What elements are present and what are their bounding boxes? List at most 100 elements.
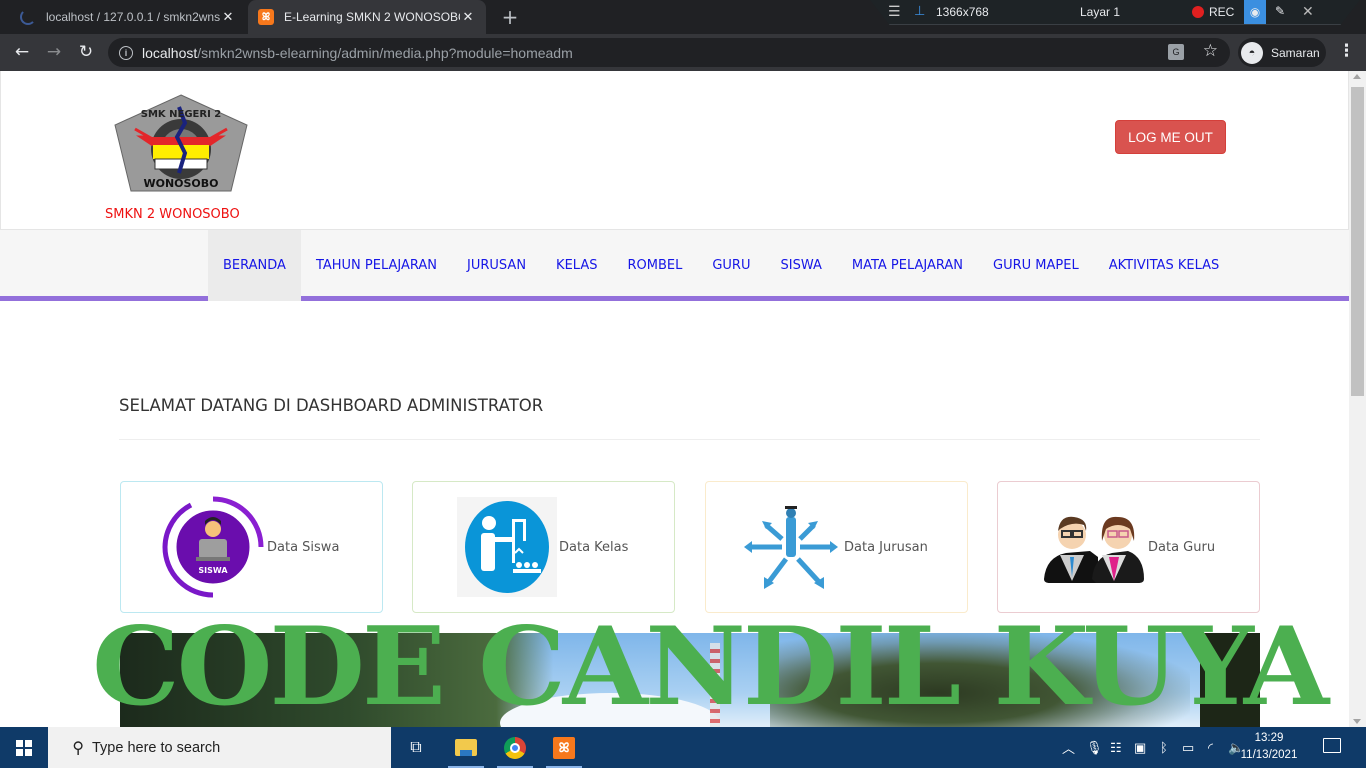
show-hidden-icons-icon[interactable]: ︿: [1062, 727, 1075, 768]
browser-menu-icon[interactable]: ⋮: [1338, 41, 1355, 61]
school-logo: SMK NEGERI 2 WONOSOBO: [114, 94, 248, 192]
search-placeholder: Type here to search: [92, 739, 221, 756]
tab-title: E-Learning SMKN 2 WONOSOBO: [284, 10, 460, 24]
recorder-resolution: 1366x768: [936, 5, 989, 19]
logout-button[interactable]: LOG ME OUT: [1115, 120, 1226, 154]
site-info-icon[interactable]: i: [119, 45, 133, 60]
divider: [119, 439, 1260, 440]
xampp-icon: ꕤ: [258, 9, 274, 25]
card-data-kelas[interactable]: Data Kelas: [412, 481, 675, 613]
taskbar-xampp[interactable]: ꕤ: [540, 727, 588, 768]
student-icon: SISWA: [162, 496, 264, 598]
new-tab-button[interactable]: +: [500, 5, 520, 29]
taskbar-search-box[interactable]: ⚲ Type here to search: [48, 727, 391, 768]
teachers-icon: [1044, 516, 1144, 583]
action-center-icon[interactable]: [1323, 738, 1341, 753]
site-header: SMK NEGERI 2 WONOSOBO SMKN 2 WONOSOBO LO…: [0, 71, 1349, 230]
logo-top-text: SMK NEGERI 2: [141, 109, 222, 120]
forward-icon[interactable]: →: [44, 42, 64, 62]
clock-date: 11/13/2021: [1240, 749, 1298, 761]
nav-item-rombel[interactable]: ROMBEL: [612, 230, 697, 301]
profile-label: Samaran: [1271, 45, 1320, 60]
card-data-guru[interactable]: Data Guru: [997, 481, 1260, 613]
teacher-class-icon: [457, 497, 557, 597]
close-tab-icon[interactable]: ✕: [460, 9, 476, 25]
taskbar-clock[interactable]: 13:29 11/13/2021: [1236, 730, 1302, 764]
recorder-layer: Layar 1: [1080, 5, 1121, 19]
page-title: SELAMAT DATANG DI DASHBOARD ADMINISTRATO…: [119, 396, 544, 415]
pencil-icon[interactable]: ✎: [1275, 4, 1285, 18]
card-label: Data Jurusan: [844, 539, 928, 555]
nav-item-tahun-pelajaran[interactable]: TAHUN PELAJARAN: [301, 230, 452, 301]
nav-item-guru-mapel[interactable]: GURU MAPEL: [978, 230, 1094, 301]
close-tab-icon[interactable]: ✕: [220, 9, 236, 25]
nav-item-siswa[interactable]: SISWA: [765, 230, 836, 301]
nav-item-beranda[interactable]: BERANDA: [208, 230, 301, 301]
record-button[interactable]: REC: [1192, 5, 1234, 19]
windows-logo-icon: [16, 739, 32, 756]
vertical-scrollbar[interactable]: [1349, 71, 1366, 727]
taskbar-file-explorer[interactable]: [442, 727, 490, 768]
search-icon: ⚲: [72, 739, 84, 757]
record-dot-icon: [1192, 6, 1204, 18]
url-path: /smkn2wnsb-elearning/admin/media.php?mod…: [197, 44, 573, 61]
translate-icon[interactable]: G: [1168, 44, 1184, 60]
reload-icon[interactable]: ↻: [76, 42, 96, 62]
windows-taskbar: ⚲ Type here to search ⧉ ꕤ ︿ 🎙 ☷ ▣ ᛒ ▭ ◜ …: [0, 727, 1366, 768]
nav-menu: BERANDA TAHUN PELAJARAN JURUSAN KELAS RO…: [208, 230, 1234, 301]
url-host: localhost: [142, 44, 198, 61]
school-name: SMKN 2 WONOSOBO: [105, 207, 240, 222]
back-icon[interactable]: ←: [12, 42, 32, 62]
nav-item-jurusan[interactable]: JURUSAN: [452, 230, 541, 301]
task-view-icon[interactable]: ⧉: [392, 727, 440, 768]
card-label: Data Siswa: [267, 539, 340, 555]
radio-tower-shape: [710, 643, 720, 727]
browser-tab-elearning[interactable]: ꕤ E-Learning SMKN 2 WONOSOBO ✕: [248, 0, 486, 34]
nav-item-guru[interactable]: GURU: [697, 230, 765, 301]
browser-toolbar: ← → ↻ i localhost/smkn2wnsb-elearning/ad…: [0, 34, 1366, 71]
battery-icon[interactable]: ▭: [1182, 727, 1194, 768]
pin-icon[interactable]: ⊥: [914, 3, 925, 19]
scroll-down-arrow-icon[interactable]: [1353, 719, 1361, 724]
network-app-icon[interactable]: ▣: [1134, 727, 1146, 768]
main-navbar: BERANDA TAHUN PELAJARAN JURUSAN KELAS RO…: [0, 230, 1349, 301]
profile-button[interactable]: ◓ Samaran: [1238, 38, 1326, 67]
folder-icon: [455, 739, 477, 756]
taskbar-chrome[interactable]: [491, 727, 539, 768]
card-label: Data Kelas: [559, 539, 629, 555]
bookmark-star-icon[interactable]: ☆: [1203, 41, 1218, 61]
incognito-icon: ◓: [1241, 41, 1263, 64]
chrome-icon: [504, 736, 526, 759]
address-bar[interactable]: i localhost/smkn2wnsb-elearning/admin/me…: [108, 38, 1230, 67]
start-button[interactable]: [0, 727, 48, 768]
loading-spinner-icon: [20, 9, 36, 25]
scroll-up-arrow-icon[interactable]: [1353, 74, 1361, 79]
logo-bottom-text: WONOSOBO: [143, 177, 218, 190]
settings-sliders-icon[interactable]: ☷: [1110, 727, 1122, 768]
tree-shape: [1200, 633, 1260, 727]
card-data-jurusan[interactable]: Data Jurusan: [705, 481, 968, 613]
page-content: SMK NEGERI 2 WONOSOBO SMKN 2 WONOSOBO LO…: [0, 71, 1349, 727]
menu-icon[interactable]: ☰: [888, 3, 901, 20]
screen-recorder-bar: ☰ ⊥ 1366x768 Layar 1 REC ◉ ✎ ✕: [870, 0, 1360, 25]
browser-tab-phpmyadmin[interactable]: localhost / 127.0.0.1 / smkn2wnsb ✕: [16, 0, 246, 34]
scrollbar-thumb[interactable]: [1351, 87, 1364, 396]
card-label: Data Guru: [1148, 539, 1216, 555]
graduate-arrows-icon: [744, 506, 838, 589]
palm-tree-shape: [770, 633, 1190, 727]
camera-icon[interactable]: ◉: [1244, 0, 1266, 24]
nav-item-aktivitas-kelas[interactable]: AKTIVITAS KELAS: [1094, 230, 1235, 301]
nav-item-kelas[interactable]: KELAS: [541, 230, 612, 301]
record-label: REC: [1209, 5, 1235, 19]
wifi-icon[interactable]: ◜: [1208, 727, 1213, 768]
microphone-icon[interactable]: 🎙: [1086, 727, 1103, 768]
close-icon[interactable]: ✕: [1302, 3, 1314, 20]
bluetooth-icon[interactable]: ᛒ: [1160, 727, 1168, 768]
student-icon-text: SISWA: [198, 566, 228, 575]
browser-tab-strip: localhost / 127.0.0.1 / smkn2wnsb ✕ ꕤ E-…: [0, 0, 1366, 34]
nav-item-mata-pelajaran[interactable]: MATA PELAJARAN: [837, 230, 978, 301]
card-data-siswa[interactable]: SISWA Data Siswa: [120, 481, 383, 613]
cloud-shape: [500, 693, 720, 727]
clock-time: 13:29: [1254, 732, 1284, 744]
tab-title: localhost / 127.0.0.1 / smkn2wnsb: [46, 10, 220, 24]
